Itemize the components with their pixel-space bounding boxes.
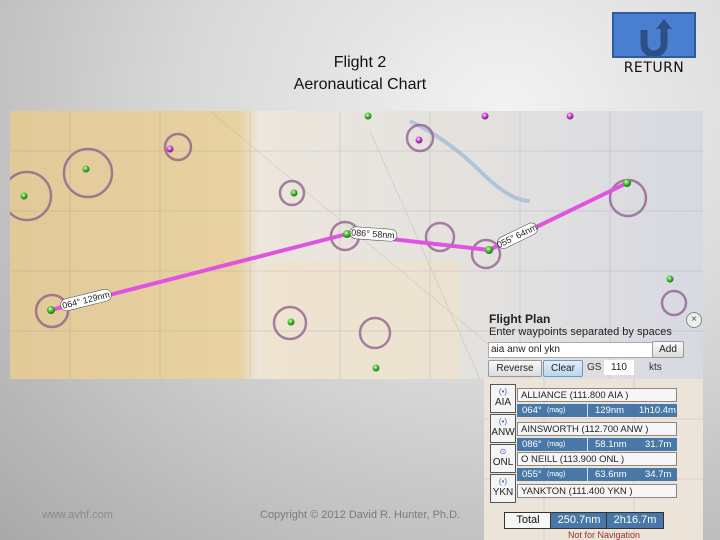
return-button[interactable] [612,12,696,58]
waypoint-icon-aia[interactable]: (•) AIA [490,384,516,413]
clear-button[interactable]: Clear [543,360,583,377]
vor-icon: (•) [498,387,508,396]
waypoint-icon-anw[interactable]: (•) ANW [490,414,516,443]
title-line-1: Flight 2 [333,54,387,71]
flight-plan-title: Flight Plan [489,312,551,326]
close-icon[interactable]: × [686,312,702,328]
waypoint-marker-alliance [47,306,55,314]
waypoint-code: AIA [494,397,512,408]
airport-marker [166,145,174,153]
leg-row: 064° (mag) 129nm 1h10.4m [517,404,677,417]
airport-marker [364,112,372,120]
waypoint-marker-oneill [485,246,493,254]
leg-row: 055° (mag) 63.6nm 34.7m [517,468,677,481]
flight-plan-instructions: Enter waypoints separated by spaces [489,326,672,338]
leg-course: 086° [522,439,542,450]
return-label: RETURN [623,60,685,76]
vor-icon: (•) [498,417,508,426]
page-title: Flight 2 Aeronautical Chart [250,52,470,96]
leg-distance: 58.1nm [595,439,627,450]
waypoint-icon-onl[interactable]: ⊙ ONL [490,444,516,473]
chart-canvas: 064° 129nm 086° 58nm 055° 64nm [10,111,703,379]
aeronautical-chart-map[interactable]: 064° 129nm 086° 58nm 055° 64nm [10,111,703,379]
waypoint-marker-yankton [623,179,631,187]
leg-time: 1h10.4m [639,405,676,416]
leg-course-note: (mag) [547,471,566,478]
reverse-button[interactable]: Reverse [488,360,542,377]
leg-distance: 129nm [595,405,625,416]
airport-marker [82,165,90,173]
ground-speed-input[interactable]: 110 [604,360,634,375]
airport-marker [666,275,674,283]
title-line-2: Aeronautical Chart [293,76,427,93]
vortac-icon: ⊙ [499,447,507,456]
total-label: Total [504,512,552,529]
airport-marker [415,136,423,144]
waypoint-code: ANW [491,427,515,438]
add-button[interactable]: Add [652,341,684,358]
airport-marker [20,192,28,200]
u-turn-arrow-icon [640,19,672,56]
leg-row: 086° (mag) 58.1nm 31.7m [517,438,677,451]
airport-marker [372,364,380,372]
total-distance: 250.7nm [550,512,608,529]
waypoint-icon-ykn[interactable]: (•) YKN [490,474,516,503]
total-time: 2h16.7m [606,512,664,529]
leg-course: 055° [522,469,542,480]
leg-time: 31.7m [645,439,672,450]
airport-marker [566,112,574,120]
waypoint-code: YKN [492,487,514,498]
website-link[interactable]: www.avhf.com [42,509,113,521]
disclaimer: Not for Navigation [568,530,641,540]
vor-icon: (•) [498,477,508,486]
waypoint-name[interactable]: YANKTON (111.400 YKN ) [517,484,677,498]
knots-label: kts [649,362,662,373]
waypoint-name[interactable]: AINSWORTH (112.700 ANW ) [517,422,677,436]
leg-course-note: (mag) [547,407,566,414]
airport-marker [287,318,295,326]
waypoints-input[interactable]: aia anw onl ykn [488,342,657,358]
leg-time: 34.7m [645,469,672,480]
leg-distance: 63.6nm [595,469,627,480]
copyright-text: Copyright © 2012 David R. Hunter, Ph.D. [260,509,461,521]
leg-course: 064° [522,405,542,416]
waypoint-name[interactable]: O NEILL (113.900 ONL ) [517,452,677,466]
airport-marker [290,189,298,197]
waypoint-code: ONL [492,457,514,468]
airport-marker [481,112,489,120]
leg-course-note: (mag) [547,441,566,448]
ground-speed-label: GS [587,362,602,373]
waypoint-marker-ainsworth [343,230,351,238]
waypoint-name[interactable]: ALLIANCE (111.800 AIA ) [517,388,677,402]
